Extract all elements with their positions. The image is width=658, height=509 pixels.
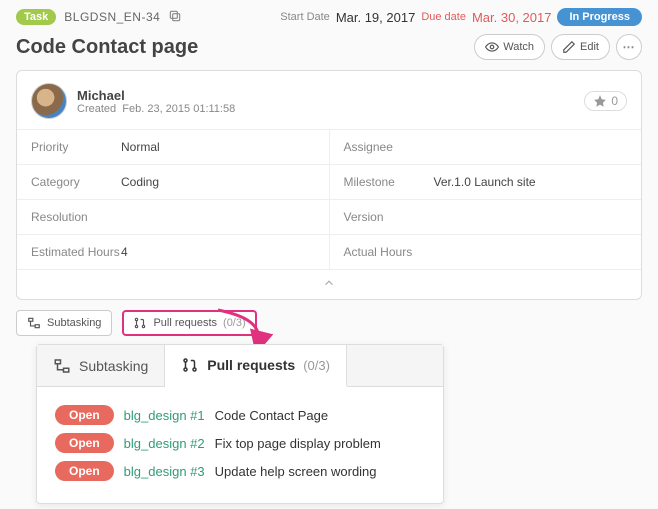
title-row: Code Contact page Watch Edit ⋯ [0, 30, 658, 70]
field-value: Coding [121, 175, 159, 189]
pull-requests-panel: Subtasking Pull requests (0/3) Open blg_… [36, 344, 444, 504]
tab-label: Pull requests [153, 317, 217, 329]
pr-title: Code Contact Page [215, 408, 328, 423]
edit-button[interactable]: Edit [551, 34, 610, 60]
field-value: Ver.1.0 Launch site [434, 175, 536, 189]
tab-label: Subtasking [47, 317, 101, 329]
git-pull-request-icon [181, 356, 199, 374]
tabs-row: Subtasking Pull requests (0/3) [0, 300, 658, 346]
pull-request-row: Open blg_design #2 Fix top page display … [55, 429, 425, 457]
field-label: Version [344, 210, 434, 224]
watch-label: Watch [503, 41, 534, 53]
dates: Start Date Mar. 19, 2017 Due date Mar. 3… [280, 8, 642, 26]
creator-name: Michael [77, 88, 235, 103]
pr-status-badge: Open [55, 461, 114, 481]
issue-type-badge: Task [16, 9, 56, 25]
pr-link[interactable]: blg_design #1 [124, 408, 205, 423]
pull-request-row: Open blg_design #3 Update help screen wo… [55, 457, 425, 485]
start-date: Mar. 19, 2017 [336, 10, 416, 25]
due-date: Mar. 30, 2017 [472, 10, 552, 25]
fields-right: Assignee MilestoneVer.1.0 Launch site Ve… [329, 129, 642, 269]
zoom-tab-subtasking[interactable]: Subtasking [37, 345, 165, 386]
git-pull-request-icon [133, 316, 147, 330]
edit-label: Edit [580, 41, 599, 53]
pull-request-list: Open blg_design #1 Code Contact Page Ope… [37, 387, 443, 503]
pr-link[interactable]: blg_design #2 [124, 436, 205, 451]
detail-card: Michael Created Feb. 23, 2015 01:11:58 0… [16, 70, 642, 300]
pr-title: Fix top page display problem [215, 436, 381, 451]
status-badge: In Progress [557, 8, 642, 26]
star-button[interactable]: 0 [584, 91, 627, 111]
creator-row: Michael Created Feb. 23, 2015 01:11:58 0 [17, 71, 641, 129]
tab-label: Subtasking [79, 358, 148, 374]
issue-key: BLGDSN_EN-34 [64, 10, 160, 24]
tab-count: (0/3) [223, 317, 246, 329]
field-label: Assignee [344, 140, 434, 154]
field-value: 4 [121, 245, 128, 259]
field-label: Actual Hours [344, 245, 434, 259]
pr-link[interactable]: blg_design #3 [124, 464, 205, 479]
avatar [31, 83, 67, 119]
collapse-toggle[interactable] [17, 269, 641, 299]
fields-left: PriorityNormal CategoryCoding Resolution… [17, 129, 329, 269]
field-value: Normal [121, 140, 160, 154]
field-label: Category [31, 175, 121, 189]
due-date-label: Due date [421, 11, 466, 23]
tab-label: Pull requests [207, 357, 295, 373]
field-label: Priority [31, 140, 121, 154]
star-icon [593, 94, 607, 108]
pencil-icon [562, 40, 576, 54]
field-label: Milestone [344, 175, 434, 189]
pr-status-badge: Open [55, 405, 114, 425]
zoom-tab-pull-requests[interactable]: Pull requests (0/3) [165, 345, 347, 387]
watch-button[interactable]: Watch [474, 34, 545, 60]
eye-icon [485, 40, 499, 54]
pr-title: Update help screen wording [215, 464, 377, 479]
field-label: Estimated Hours [31, 245, 121, 259]
more-button[interactable]: ⋯ [616, 34, 642, 60]
pr-status-badge: Open [55, 433, 114, 453]
star-count: 0 [611, 94, 618, 108]
field-label: Resolution [31, 210, 121, 224]
chevron-up-icon [322, 276, 336, 290]
tab-pull-requests[interactable]: Pull requests (0/3) [122, 310, 256, 336]
pull-request-row: Open blg_design #1 Code Contact Page [55, 401, 425, 429]
tab-subtasking[interactable]: Subtasking [16, 310, 112, 336]
created-line: Created Feb. 23, 2015 01:11:58 [77, 103, 235, 115]
start-date-label: Start Date [280, 11, 330, 23]
subtask-icon [27, 316, 41, 330]
copy-icon[interactable] [168, 9, 182, 26]
tab-count: (0/3) [303, 358, 330, 373]
subtask-icon [53, 357, 71, 375]
page-title: Code Contact page [16, 36, 198, 59]
issue-header: Task BLGDSN_EN-34 Start Date Mar. 19, 20… [0, 0, 658, 30]
